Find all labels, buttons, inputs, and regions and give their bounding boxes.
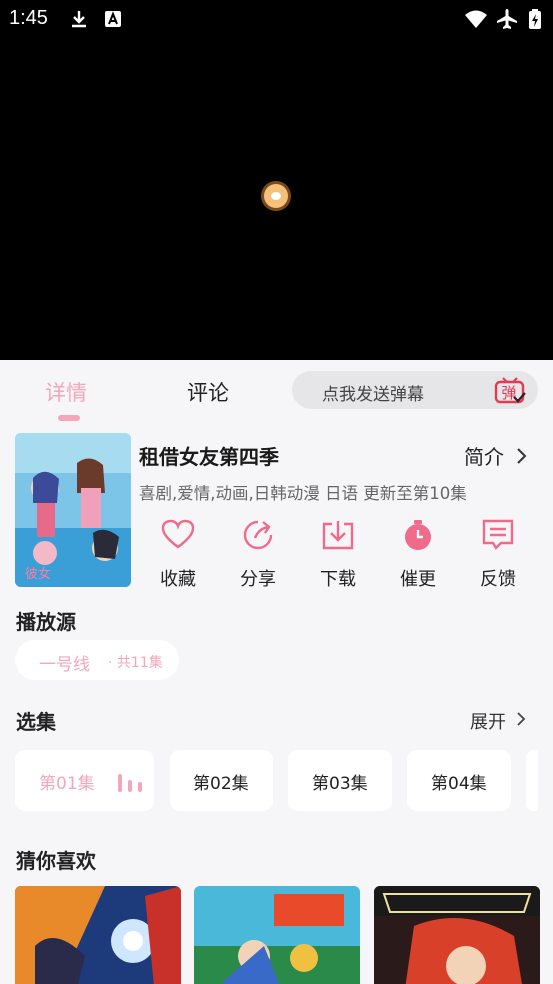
action-label: 分享 [240, 569, 276, 590]
recommendation-card[interactable] [374, 886, 540, 984]
wifi-icon [465, 10, 487, 28]
source-section-title: 播放源 [16, 610, 76, 634]
expand-button[interactable]: 展开 [470, 708, 506, 734]
tab-details[interactable]: 详情 [45, 377, 87, 407]
danmaku-placeholder: 点我发送弹幕 [322, 385, 424, 405]
episode-item[interactable]: 第02集 [170, 750, 273, 811]
source-episode-count: · 共11集 [108, 655, 163, 671]
episode-item-partial[interactable] [526, 750, 538, 811]
show-poster: 彼女 [15, 433, 131, 587]
feedback-icon [482, 519, 514, 550]
show-title: 租借女友第四季 [139, 445, 279, 469]
episode-label: 第04集 [431, 774, 487, 794]
action-label: 催更 [400, 569, 436, 590]
svg-text:弹: 弹 [501, 384, 516, 402]
intro-button[interactable]: 简介 [464, 441, 504, 470]
episode-item[interactable]: 第04集 [407, 750, 511, 811]
urge-update-button[interactable]: 催更 [383, 515, 453, 590]
download-status-icon [72, 11, 86, 28]
source-name: 一号线 [39, 655, 90, 675]
recommendation-card[interactable] [15, 886, 181, 984]
heart-icon [161, 519, 195, 549]
now-playing-icon [118, 774, 142, 792]
action-label: 收藏 [160, 569, 196, 590]
airplane-icon [497, 9, 517, 29]
download-icon [322, 521, 354, 550]
episodes-section-title: 选集 [16, 710, 56, 734]
episode-label: 第03集 [312, 774, 368, 794]
timer-icon [405, 520, 431, 550]
app-status-icon [105, 11, 121, 27]
source-pill[interactable]: 一号线 · 共11集 [15, 640, 179, 680]
recommendation-thumbnail [194, 886, 360, 984]
status-bar: 1:45 [0, 0, 553, 38]
share-button[interactable]: 分享 [223, 515, 293, 590]
action-bar: 收藏 分享 下载 催更 反馈 [139, 515, 539, 590]
episode-item[interactable]: 第03集 [288, 750, 392, 811]
episode-label: 第01集 [39, 774, 95, 794]
recommendation-thumbnail [374, 886, 540, 984]
show-meta: 喜剧,爱情,动画,日韩动漫 日语 更新至第10集 [139, 484, 467, 503]
status-time: 1:45 [9, 7, 48, 29]
download-button[interactable]: 下载 [303, 515, 373, 590]
recommendations-section-title: 猜你喜欢 [16, 849, 96, 873]
tab-bar: 详情 评论 点我发送弹幕 弹 [0, 360, 553, 422]
tab-comments[interactable]: 评论 [187, 377, 229, 407]
active-tab-indicator [58, 415, 80, 421]
favorite-button[interactable]: 收藏 [143, 515, 213, 590]
feedback-button[interactable]: 反馈 [463, 515, 533, 590]
chevron-right-icon[interactable] [514, 447, 530, 465]
danmaku-input[interactable]: 点我发送弹幕 弹 [292, 371, 538, 409]
danmaku-toggle-icon[interactable]: 弹 [494, 375, 526, 405]
loading-logo-icon [261, 181, 291, 211]
episode-label: 第02集 [193, 774, 249, 794]
svg-text:彼女: 彼女 [25, 566, 51, 582]
share-icon [243, 520, 273, 550]
recommendation-thumbnail [15, 886, 181, 984]
episode-item[interactable]: 第01集 [15, 750, 154, 811]
chevron-right-icon[interactable] [515, 711, 527, 727]
action-label: 反馈 [480, 569, 516, 590]
video-player[interactable]: 1:45 [0, 0, 553, 360]
action-label: 下载 [320, 569, 356, 590]
recommendation-card[interactable] [194, 886, 360, 984]
battery-icon [529, 9, 541, 29]
